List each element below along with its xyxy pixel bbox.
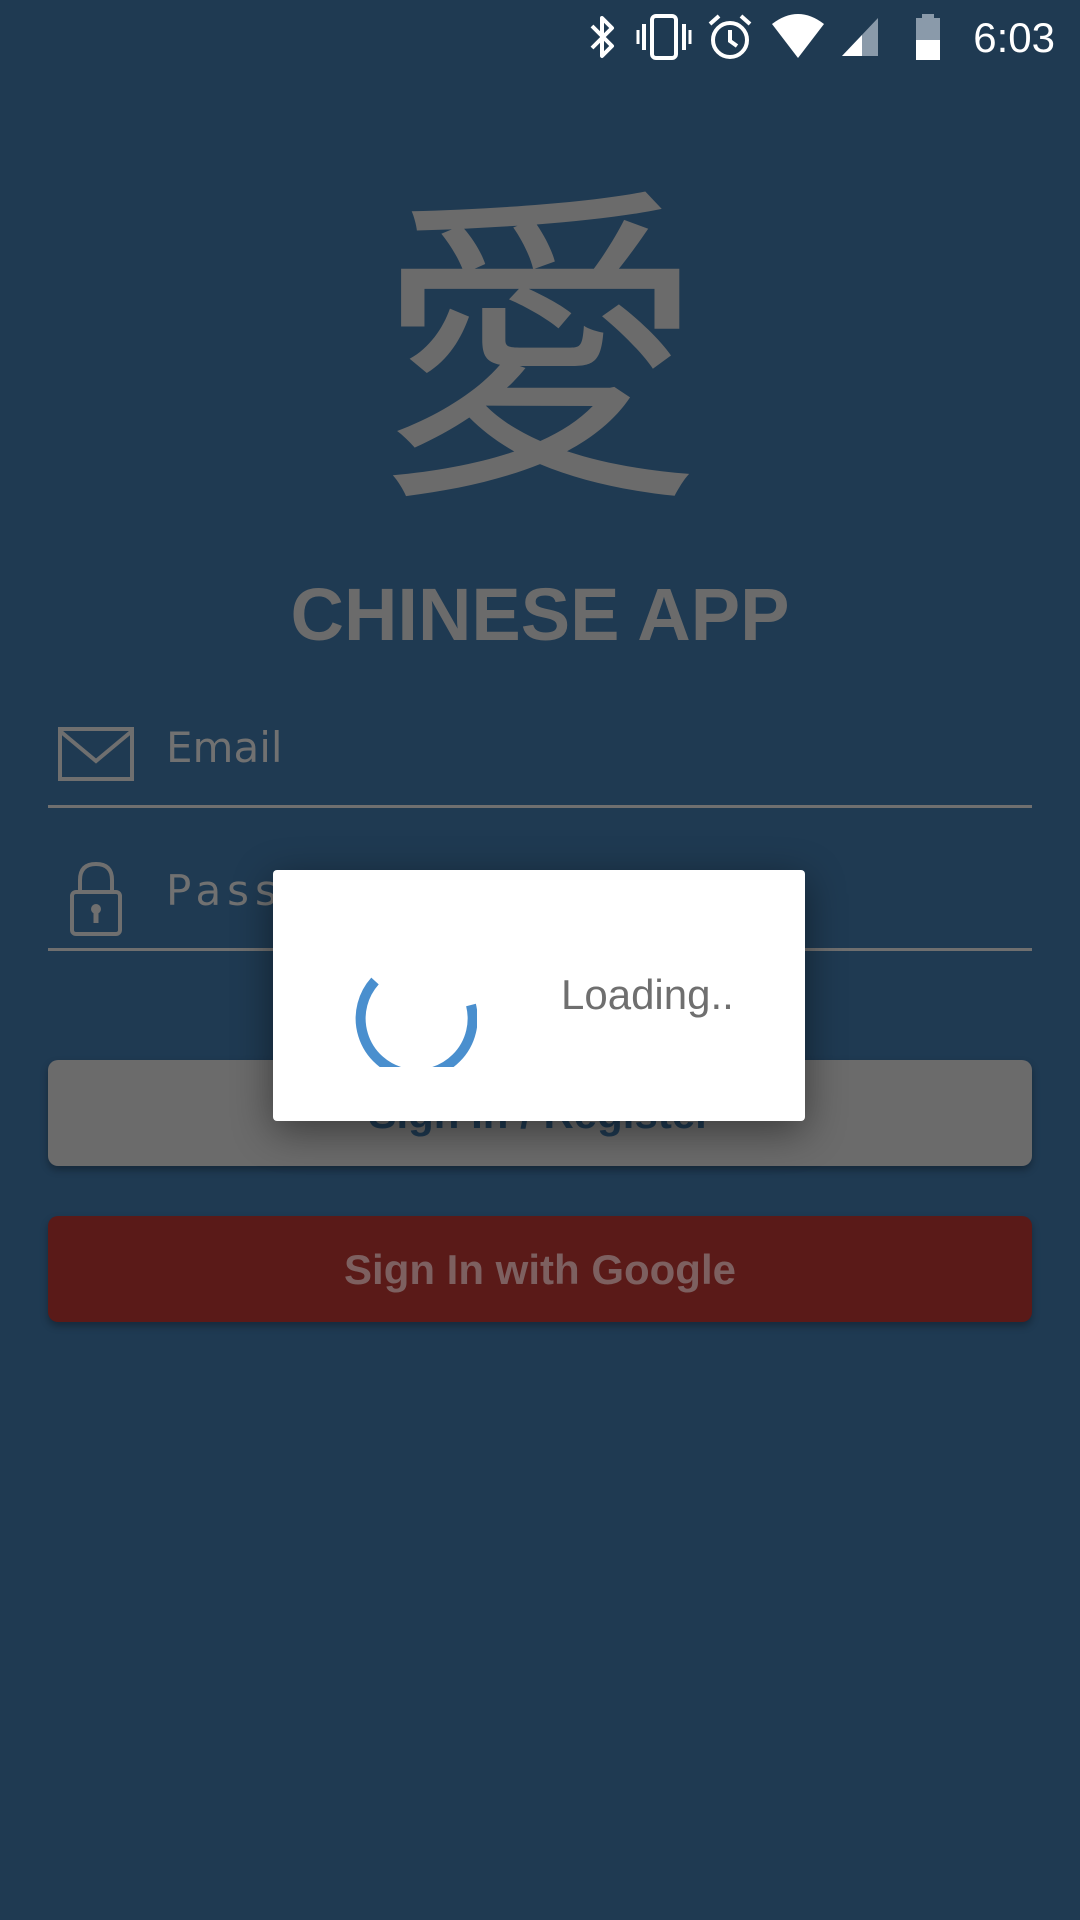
email-input[interactable] [166,707,1026,787]
bluetooth-icon [590,16,614,58]
mail-icon [58,727,134,781]
app-logo: 愛 [375,163,705,547]
spinner-icon [355,977,477,1067]
alarm-icon [708,14,752,59]
battery-icon [916,14,940,60]
loading-dialog: Loading.. [273,870,805,1121]
clock-time: 6:03 [973,14,1055,61]
lock-icon [70,861,122,936]
status-bar: 6:03 [0,0,1080,75]
vibrate-icon [636,14,692,60]
wifi-icon [772,14,824,58]
email-field-row [48,695,1032,808]
cell-signal-icon [842,18,878,56]
google-sign-in-button[interactable]: Sign In with Google [48,1216,1032,1322]
app-title: CHINESE APP [290,573,790,656]
loading-text: Loading.. [561,971,734,1018]
